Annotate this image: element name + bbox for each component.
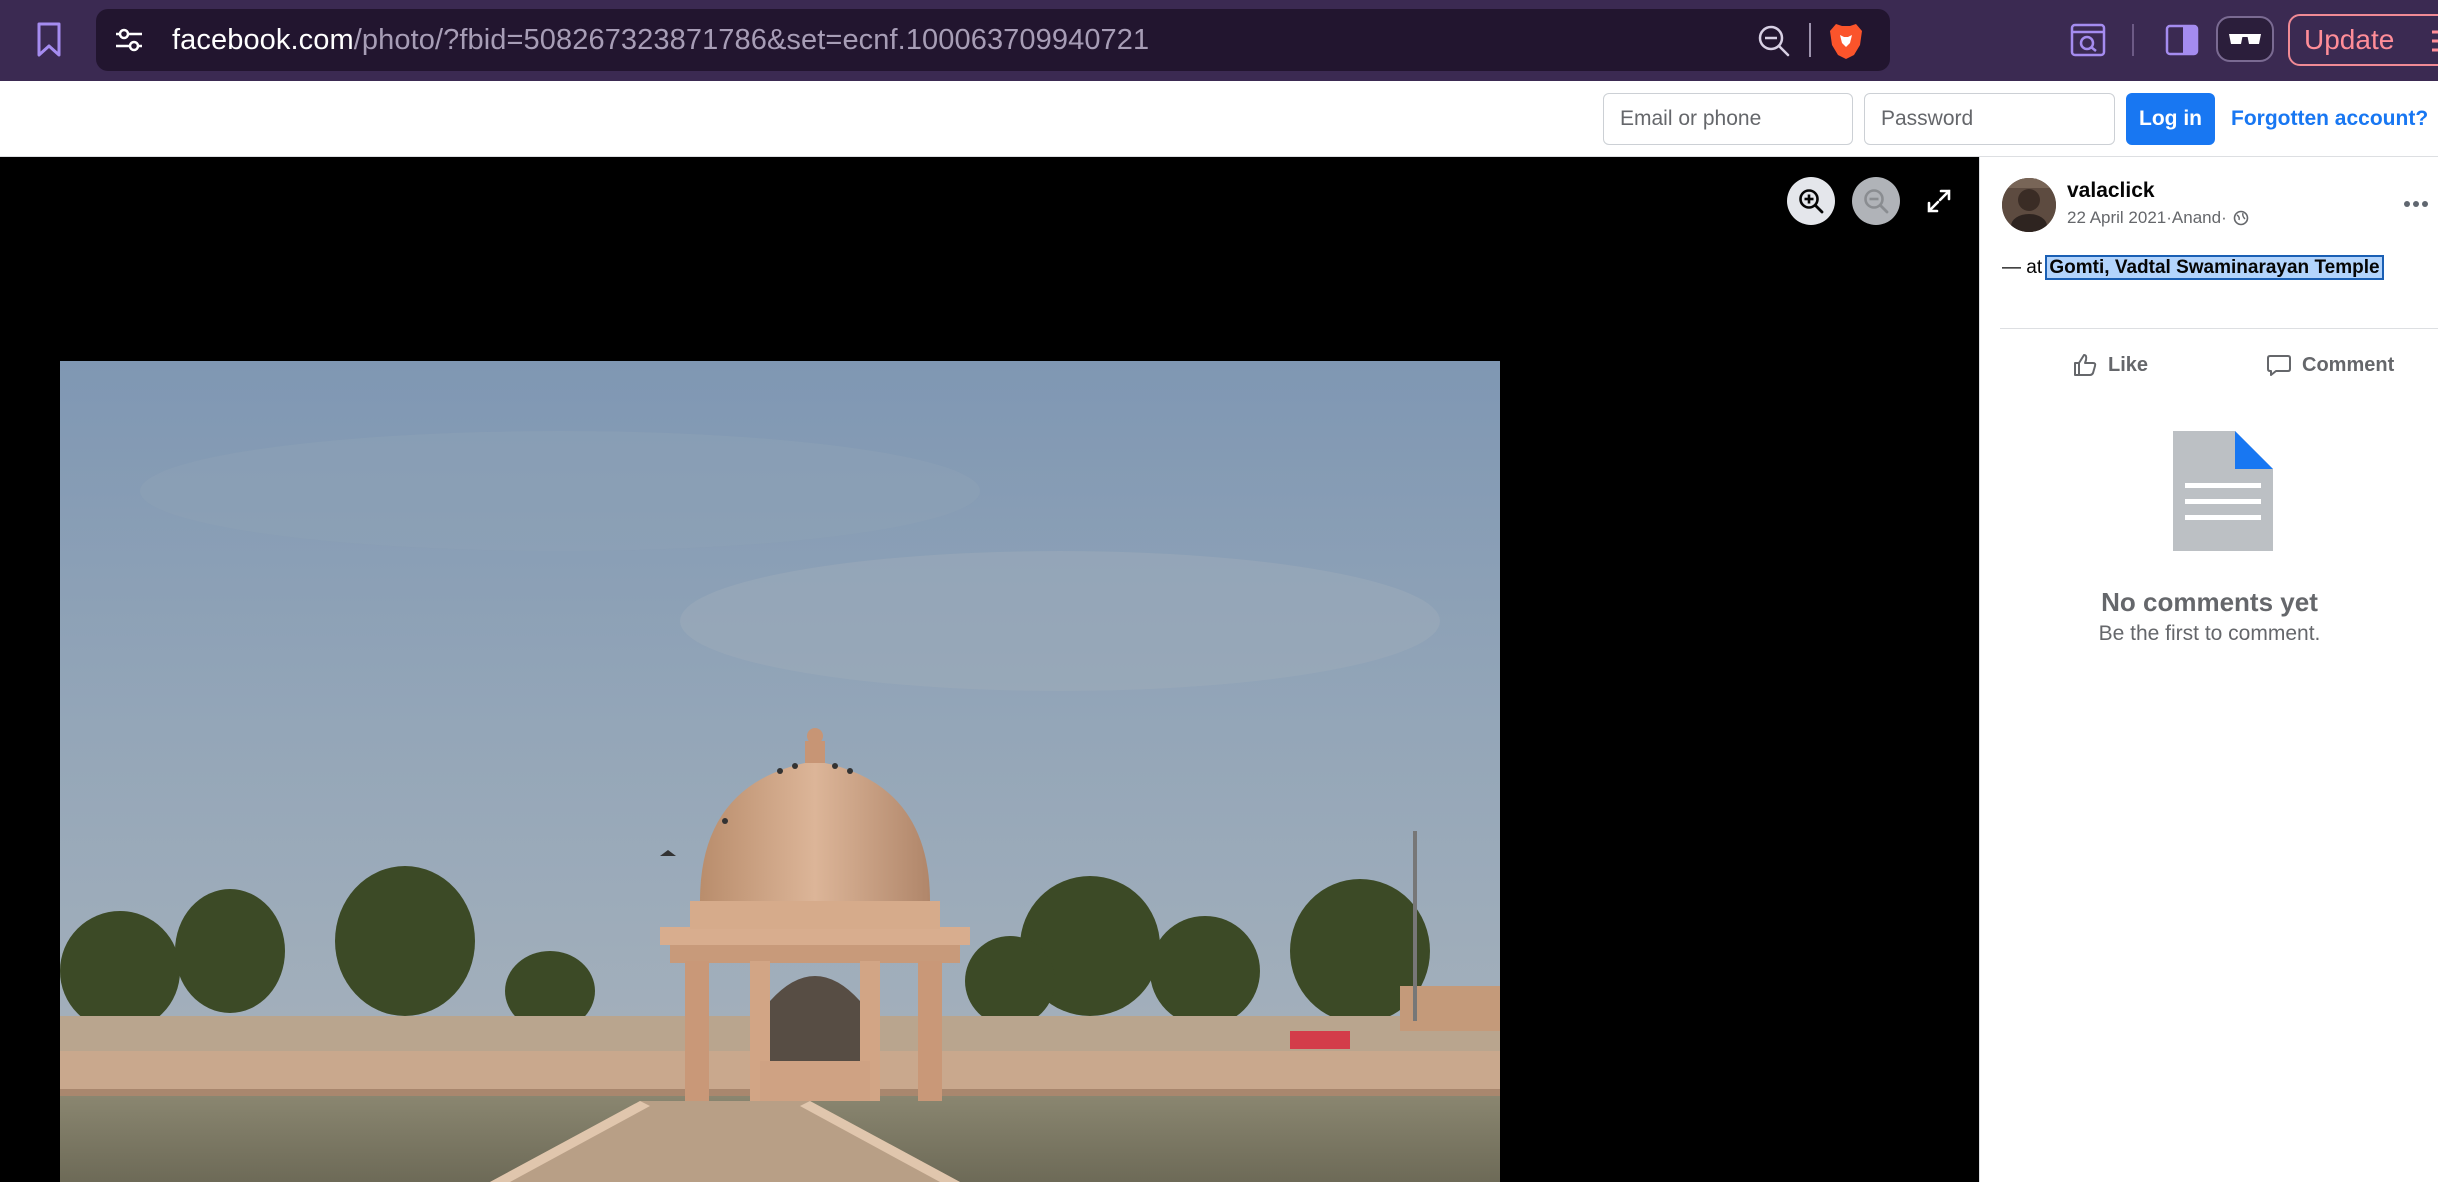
more-options-icon[interactable]: [2402, 193, 2430, 215]
zoom-out-icon: [1864, 189, 1889, 214]
like-label: Like: [2108, 353, 2149, 376]
bookmark-button[interactable]: [30, 20, 68, 60]
url-divider: [1809, 23, 1811, 57]
comment-bubble-icon: [2267, 355, 2291, 376]
forgotten-account-link[interactable]: Forgotten account?: [2231, 93, 2428, 145]
post-date[interactable]: 22 April 2021: [2067, 208, 2166, 228]
comment-button[interactable]: Comment: [2266, 341, 2394, 389]
reader-mode-button[interactable]: [2068, 19, 2108, 61]
post-place[interactable]: Anand: [2172, 208, 2221, 228]
private-glasses-icon: [2229, 34, 2261, 44]
like-button[interactable]: Like: [2072, 341, 2148, 389]
private-window-button[interactable]: [2216, 16, 2274, 62]
temple-photo[interactable]: [60, 361, 1500, 1182]
password-field[interactable]: [1864, 93, 2115, 145]
comment-label: Comment: [2302, 353, 2395, 376]
zoom-out-icon[interactable]: [1756, 23, 1792, 59]
menu-icon: [2432, 30, 2438, 52]
url-path: /photo/?fbid=508267323871786&set=ecnf.10…: [353, 24, 1150, 56]
site-settings-icon[interactable]: [114, 26, 144, 54]
post-details-panel: valaclick 22 April 2021 · Anand · — at G…: [1979, 157, 2438, 1182]
browser-toolbar: facebook.com/photo/?fbid=508267323871786…: [0, 0, 2438, 81]
photo-viewer: [0, 157, 1979, 1182]
temple-photo-image: [60, 361, 1500, 1182]
thumbs-up-icon: [2074, 354, 2097, 376]
zoom-in-icon: [1799, 189, 1824, 214]
update-label: Update: [2304, 24, 2395, 55]
zoom-in-button[interactable]: [1787, 177, 1835, 225]
location-prefix: — at: [2002, 257, 2048, 278]
profile-photo-icon: [2002, 178, 2056, 232]
location-link[interactable]: Gomti, Vadtal Swaminarayan Temple: [2045, 255, 2384, 280]
bookmark-icon: [37, 22, 61, 57]
no-comments-subtitle: Be the first to comment.: [2098, 622, 2321, 645]
divider: [2000, 328, 2438, 329]
no-comments-document-icon: [2173, 431, 2273, 551]
zoom-out-button[interactable]: [1852, 177, 1900, 225]
no-comments-title: No comments yet: [2101, 587, 2318, 617]
url-text[interactable]: facebook.com/photo/?fbid=508267323871786…: [172, 9, 1149, 71]
sidebar-icon: [2165, 24, 2199, 56]
fullscreen-button[interactable]: [1915, 177, 1963, 225]
url-host: facebook.com: [172, 24, 354, 56]
meta-separator: ·: [2221, 208, 2227, 227]
update-button[interactable]: Update: [2288, 14, 2438, 66]
address-bar[interactable]: facebook.com/photo/?fbid=508267323871786…: [96, 9, 1890, 71]
avatar[interactable]: [2002, 178, 2056, 232]
fullscreen-icon: [1927, 189, 1951, 213]
brave-lion-icon[interactable]: [1828, 21, 1864, 61]
toolbar-divider: [2132, 24, 2134, 56]
location-line: — at Gomti, Vadtal Swaminarayan Temple: [2002, 255, 2384, 280]
sidebar-toggle-button[interactable]: [2162, 19, 2202, 61]
post-meta: 22 April 2021 · Anand ·: [2067, 208, 2249, 228]
reader-mode-icon: [2070, 23, 2106, 57]
globe-icon: [2233, 210, 2249, 226]
email-field[interactable]: [1603, 93, 1853, 145]
login-button[interactable]: Log in: [2126, 93, 2215, 145]
author-name[interactable]: valaclick: [2067, 179, 2155, 203]
facebook-login-bar: Log in Forgotten account?: [0, 81, 2438, 157]
